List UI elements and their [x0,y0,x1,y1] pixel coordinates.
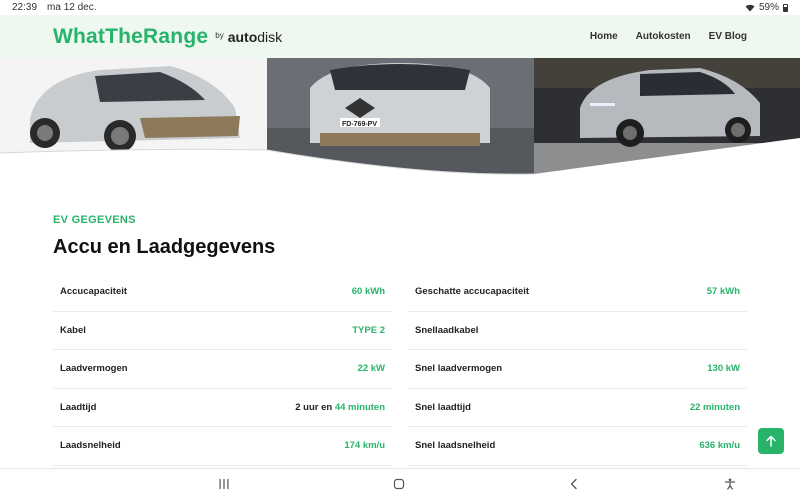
spec-row: Snel laadsnelheid 636 km/u [408,427,747,466]
hero-images: FD-769-PV [0,58,800,178]
nav-autokosten[interactable]: Autokosten [636,31,691,42]
spec-value-suffix: 44 minuten [334,401,385,413]
spec-row: Geschatte accucapaciteit 57 kWh [408,273,747,312]
spec-label: Kabel [60,324,86,336]
spec-table: Accucapaciteit 60 kWh Kabel TYPE 2 Laadv… [53,273,747,466]
logo-auto: auto [227,28,258,45]
battery-percent: 59% [758,2,779,13]
battery-icon [783,3,788,12]
status-date: ma 12 dec. [47,2,97,13]
spec-value: 636 km/u [699,440,740,452]
spec-column-left: Accucapaciteit 60 kWh Kabel TYPE 2 Laadv… [53,273,392,466]
spec-value-prefix: 2 uur en [295,401,335,413]
spec-label: Snel laadtijd [415,401,471,413]
spec-label: Accucapaciteit [60,286,128,298]
spec-value: 2 uur en 44 minuten [295,402,385,413]
accessibility-icon[interactable] [724,478,736,490]
spec-value: 22 kW [357,363,385,375]
status-bar: 22:39 ma 12 dec. 59% [0,0,800,15]
spec-label: Snel laadvermogen [415,363,503,375]
spec-value: 57 kWh [706,286,740,298]
spec-row: Laadvermogen 22 kW [53,350,392,389]
spec-value: 130 kW [707,363,740,375]
home-icon[interactable] [393,478,405,490]
spec-label: Snel laadsnelheid [415,440,496,452]
spec-row: Laadtijd 2 uur en 44 minuten [53,389,392,427]
spec-column-right: Geschatte accucapaciteit 57 kWh Snellaad… [408,273,747,466]
main-nav: Home Autokosten EV Blog [590,31,747,42]
status-time: 22:39 [12,2,38,13]
spec-label: Snellaadkabel [415,324,479,336]
site-header: WhatTheRange by autodisk Home Autokosten… [0,15,800,58]
spec-label: Laadtijd [60,401,97,413]
spec-label: Geschatte accucapaciteit [415,286,530,298]
arrow-up-icon [766,435,776,447]
nav-home[interactable]: Home [590,31,618,42]
section-title: Accu en Laadgegevens [53,236,276,258]
back-icon[interactable] [568,478,580,490]
spec-value: 22 minuten [689,401,740,413]
spec-value: 174 km/u [344,440,385,452]
site-logo[interactable]: WhatTheRange [53,25,208,49]
spec-value: TYPE 2 [352,324,385,336]
spec-row: Snel laadtijd 22 minuten [408,389,747,427]
logo-by: by [215,31,224,40]
spec-label: Laadvermogen [60,363,128,375]
spec-row: Laadsnelheid 174 km/u [53,427,392,466]
spec-value: 60 kWh [351,286,385,298]
scroll-top-button[interactable] [758,428,784,454]
autodisk-logo[interactable]: autodisk [228,29,282,45]
section-eyebrow: EV GEGEVENS [53,214,136,226]
nav-ev-blog[interactable]: EV Blog [709,31,747,42]
wifi-icon [745,4,755,11]
spec-label: Laadsnelheid [60,440,121,452]
spec-row: Snellaadkabel [408,312,747,350]
status-right: 59% [745,2,788,13]
spec-row: Accucapaciteit 60 kWh [53,273,392,312]
car-photos: FD-769-PV [0,58,800,178]
system-nav-bar [0,468,800,500]
license-plate: FD-769-PV [342,121,377,128]
spec-row: Snel laadvermogen 130 kW [408,350,747,389]
spec-row: Kabel TYPE 2 [53,312,392,350]
logo-disk: disk [257,28,283,45]
recent-apps-icon[interactable] [218,478,230,490]
